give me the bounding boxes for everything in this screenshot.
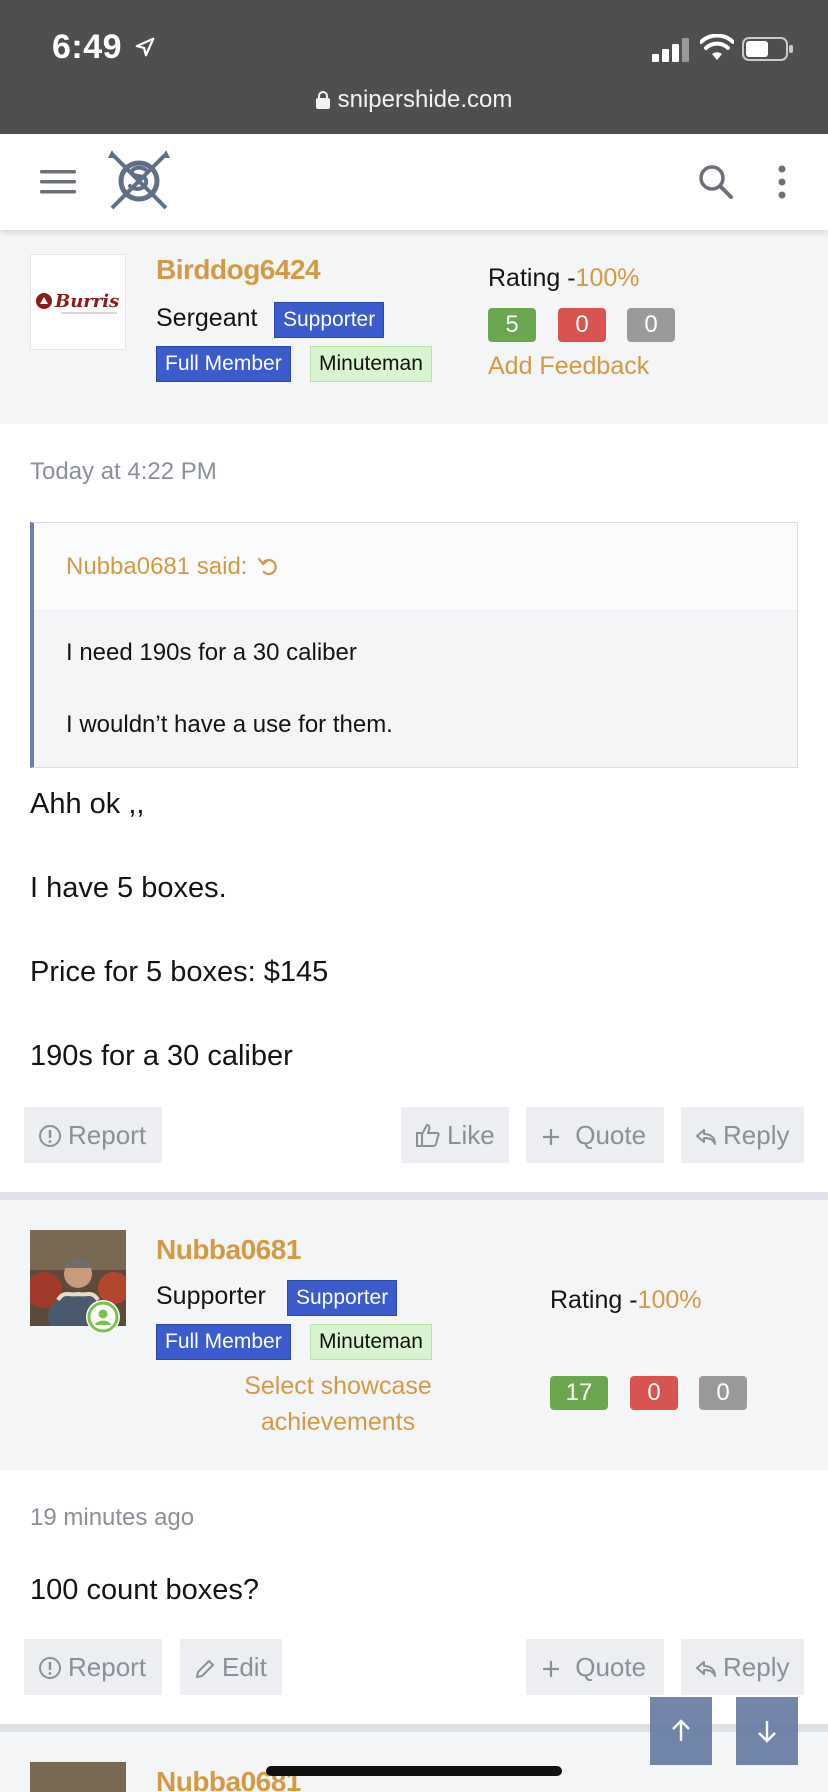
avatar[interactable]: Burris [30,254,126,350]
alert-circle-icon [39,1657,61,1679]
scroll-to-top-button[interactable] [650,1697,712,1765]
wifi-icon [700,34,734,60]
address-bar[interactable]: snipershide.com [0,86,828,114]
avatar[interactable] [30,1762,126,1792]
badge-minuteman: Minuteman [310,346,432,382]
post-timestamp[interactable]: 19 minutes ago [30,1504,194,1532]
neutral-count: 0 [699,1376,747,1410]
quote-button[interactable]: Quote [526,1107,664,1163]
thumbs-up-icon [416,1124,440,1147]
post-author-panel: Burris Birddog6424 Sergeant Supporter Fu… [0,230,828,424]
user-photo [30,1762,126,1792]
url-text: snipershide.com [337,86,513,113]
post-divider [0,1192,828,1200]
badge-supporter: Supporter [274,302,385,338]
arrow-down-icon [758,1721,776,1743]
search-icon[interactable] [698,164,734,200]
quote-text-line: I wouldn’t have a use for them. [66,711,393,738]
post-body-line: Ahh ok ,, [30,788,145,820]
rating-label: Rating -100% [488,264,640,292]
quote-block: Nubba0681 said: I need 190s for a 30 cal… [30,522,798,768]
scroll-to-bottom-button[interactable] [736,1697,798,1765]
badge-minuteman: Minuteman [310,1324,432,1360]
go-to-quote-icon[interactable] [257,555,279,577]
user-title: Sergeant [156,304,258,332]
more-options-icon[interactable] [772,164,792,200]
lock-icon [315,91,330,109]
cellular-signal-icon [652,38,689,62]
plus-icon [543,1661,559,1677]
badge-full-member: Full Member [156,346,291,382]
reply-arrow-icon [696,1661,716,1677]
username[interactable]: Nubba0681 [156,1234,301,1266]
report-button[interactable]: Report [24,1107,162,1163]
user-title: Supporter [156,1282,266,1310]
edit-button[interactable]: Edit [180,1639,282,1695]
post-timestamp[interactable]: Today at 4:22 PM [30,458,217,486]
positive-count: 17 [550,1376,608,1410]
status-bar: 6:49 snipershide.com [0,0,828,134]
post-body-line: 190s for a 30 caliber [30,1040,293,1072]
neutral-count: 0 [627,308,675,342]
post-body-line: 100 count boxes? [30,1574,259,1606]
badge-full-member: Full Member [156,1324,291,1360]
quote-header[interactable]: Nubba0681 said: [34,523,797,611]
quote-button[interactable]: Quote [526,1639,664,1695]
burris-logo: Burris [36,291,119,314]
online-status-icon [86,1300,120,1334]
reply-arrow-icon [696,1129,716,1145]
report-button[interactable]: Report [24,1639,162,1695]
clock: 6:49 [52,28,123,66]
quote-text-line: I need 190s for a 30 caliber [66,639,357,666]
hamburger-icon[interactable] [40,168,76,196]
post-body-line: Price for 5 boxes: $145 [30,956,329,988]
site-logo[interactable] [106,148,172,214]
like-button[interactable]: Like [401,1107,509,1163]
negative-count: 0 [558,308,606,342]
location-arrow-icon [135,37,155,57]
battery-icon [742,37,793,61]
alert-circle-icon [39,1125,61,1147]
reply-button[interactable]: Reply [681,1107,804,1163]
pencil-icon [196,1660,214,1678]
quote-author[interactable]: Nubba0681 said: [66,553,279,581]
svg-text:Burris: Burris [54,291,119,312]
post-body-line: I have 5 boxes. [30,872,227,904]
rating-label: Rating -100% [550,1286,702,1314]
site-navbar [0,134,828,230]
badge-supporter: Supporter [287,1280,398,1316]
positive-count: 5 [488,308,536,342]
negative-count: 0 [630,1376,678,1410]
add-feedback-link[interactable]: Add Feedback [488,352,649,381]
rating-percent: 100% [637,1286,702,1314]
post-author-panel: Nubba0681 Supporter Supporter Full Membe… [0,1200,828,1470]
username[interactable]: Birddog6424 [156,254,321,286]
arrow-up-icon [672,1719,690,1741]
select-showcase-link[interactable]: Select showcase achievements [200,1368,476,1440]
home-indicator[interactable] [266,1766,562,1776]
rating-percent: 100% [575,264,640,292]
plus-icon [543,1129,559,1145]
reply-button[interactable]: Reply [681,1639,804,1695]
